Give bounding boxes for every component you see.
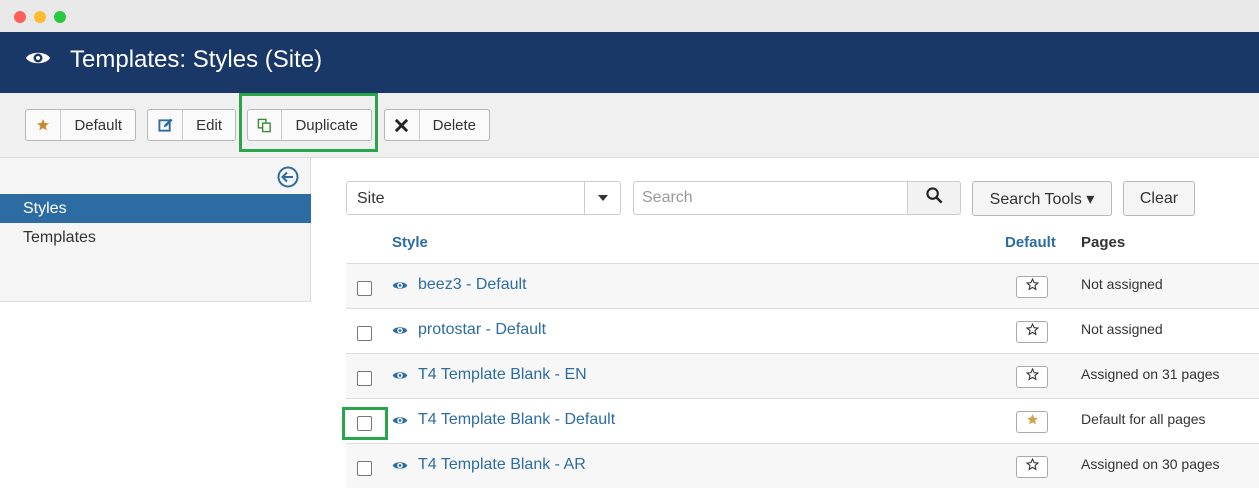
style-name-link[interactable]: T4 Template Blank - EN bbox=[418, 366, 587, 384]
caret-down-icon bbox=[584, 182, 620, 214]
row-checkbox[interactable] bbox=[357, 371, 372, 386]
page-title: Templates: Styles (Site) bbox=[70, 46, 323, 73]
star-outline-icon bbox=[1025, 277, 1039, 296]
row-checkbox[interactable] bbox=[357, 461, 372, 476]
close-icon bbox=[385, 110, 420, 140]
checkbox-highlight bbox=[342, 407, 388, 440]
clear-button[interactable]: Clear bbox=[1123, 181, 1195, 216]
preview-eye-icon[interactable] bbox=[392, 458, 408, 476]
search-icon bbox=[925, 187, 943, 209]
table-row: protostar - Default Not assigned bbox=[346, 308, 1259, 353]
star-filled-icon bbox=[1026, 413, 1039, 431]
default-column-header[interactable]: Default bbox=[1005, 234, 1056, 251]
pages-assignment: Not assigned bbox=[1081, 321, 1163, 337]
star-outline-icon bbox=[1025, 367, 1039, 386]
pages-assignment: Assigned on 30 pages bbox=[1081, 456, 1220, 472]
pages-assignment: Not assigned bbox=[1081, 276, 1163, 292]
client-select-value: Site bbox=[357, 190, 385, 207]
window-titlebar bbox=[0, 0, 1259, 32]
table-row: beez3 - Default Not assigned bbox=[346, 263, 1259, 308]
style-name-link[interactable]: T4 Template Blank - AR bbox=[418, 456, 586, 474]
row-checkbox[interactable] bbox=[357, 281, 372, 296]
style-column-header[interactable]: Style bbox=[392, 234, 428, 251]
star-outline-icon bbox=[1025, 322, 1039, 341]
edit-button[interactable]: Edit bbox=[147, 109, 236, 141]
search-button[interactable] bbox=[907, 181, 961, 215]
preview-eye-icon[interactable] bbox=[392, 323, 408, 341]
app-window: Templates: Styles (Site) Default Edit Du… bbox=[0, 0, 1259, 490]
search-tools-button[interactable]: Search Tools ▾ bbox=[972, 181, 1112, 216]
table-row: T4 Template Blank - AR Assigned on 30 pag… bbox=[346, 443, 1259, 488]
default-button-label: Default bbox=[74, 116, 122, 134]
toolbar: Default Edit Duplicate Delete bbox=[0, 93, 1259, 158]
set-default-button[interactable] bbox=[1016, 366, 1048, 388]
maximize-window-button[interactable] bbox=[54, 11, 66, 23]
set-default-button[interactable] bbox=[1016, 321, 1048, 343]
pages-column-header: Pages bbox=[1081, 234, 1126, 251]
default-button[interactable]: Default bbox=[25, 109, 136, 141]
star-outline-icon bbox=[1025, 457, 1039, 476]
preview-eye-icon[interactable] bbox=[392, 278, 408, 296]
client-select[interactable]: Site bbox=[346, 181, 621, 215]
edit-button-label: Edit bbox=[196, 116, 222, 134]
style-name-link[interactable]: protostar - Default bbox=[418, 321, 546, 339]
minimize-window-button[interactable] bbox=[34, 11, 46, 23]
preview-eye-icon[interactable] bbox=[392, 413, 408, 431]
style-name-link[interactable]: beez3 - Default bbox=[418, 276, 527, 294]
table-row: T4 Template Blank - EN Assigned on 31 pag… bbox=[346, 353, 1259, 398]
edit-icon bbox=[148, 110, 184, 140]
set-default-button[interactable] bbox=[1016, 411, 1048, 433]
delete-button-label: Delete bbox=[432, 116, 476, 134]
set-default-button[interactable] bbox=[1016, 456, 1048, 478]
duplicate-button-highlight bbox=[239, 93, 378, 152]
page-header: Templates: Styles (Site) bbox=[0, 32, 1259, 93]
preview-eye-icon[interactable] bbox=[392, 368, 408, 386]
close-window-button[interactable] bbox=[14, 11, 26, 23]
delete-button[interactable]: Delete bbox=[384, 109, 490, 141]
pages-assignment: Default for all pages bbox=[1081, 411, 1206, 427]
star-icon bbox=[26, 110, 62, 140]
style-name-link[interactable]: T4 Template Blank - Default bbox=[418, 411, 615, 429]
row-checkbox[interactable] bbox=[357, 326, 372, 341]
table-row: T4 Template Blank - Default Default for a… bbox=[346, 398, 1259, 443]
sidebar-item-templates[interactable]: Templates bbox=[0, 223, 311, 252]
sidebar: Styles Templates bbox=[0, 158, 311, 302]
collapse-sidebar-icon[interactable] bbox=[277, 166, 299, 193]
eye-icon bbox=[25, 49, 51, 72]
pages-assignment: Assigned on 31 pages bbox=[1081, 366, 1220, 382]
sidebar-item-styles[interactable]: Styles bbox=[0, 194, 311, 223]
set-default-button[interactable] bbox=[1016, 276, 1048, 298]
search-input[interactable] bbox=[633, 181, 908, 215]
